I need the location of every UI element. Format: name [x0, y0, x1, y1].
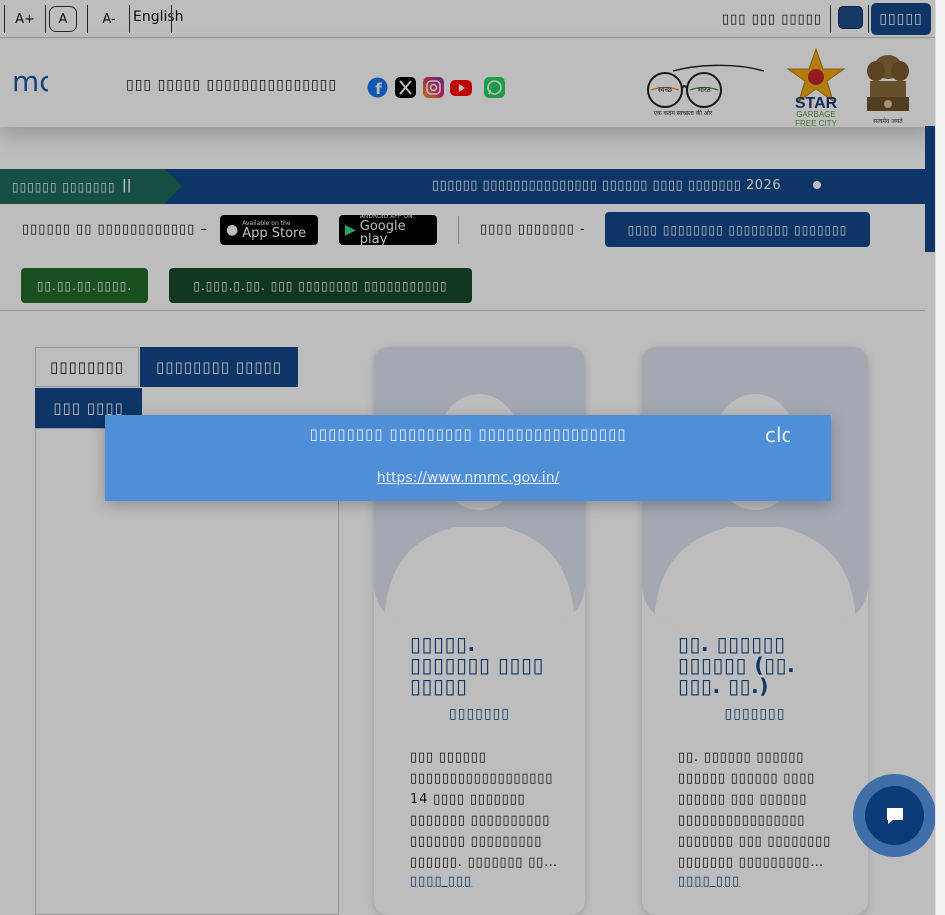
announcement-modal: ▯▯▯▯▯▯▯▯ ▯▯▯▯▯▯▯▯▯ ▯▯▯▯▯▯▯▯▯▯▯▯▯▯▯▯ clos… — [105, 415, 831, 501]
chat-button[interactable] — [865, 786, 924, 845]
modal-title: ▯▯▯▯▯▯▯▯ ▯▯▯▯▯▯▯▯▯ ▯▯▯▯▯▯▯▯▯▯▯▯▯▯▯▯ — [309, 425, 627, 443]
chat-bubble-icon — [886, 807, 903, 824]
modal-website-link[interactable]: https://www.nmmc.gov.in/ — [105, 470, 831, 486]
page-scrollbar[interactable] — [935, 0, 945, 915]
modal-close-button[interactable]: close — [765, 423, 790, 447]
